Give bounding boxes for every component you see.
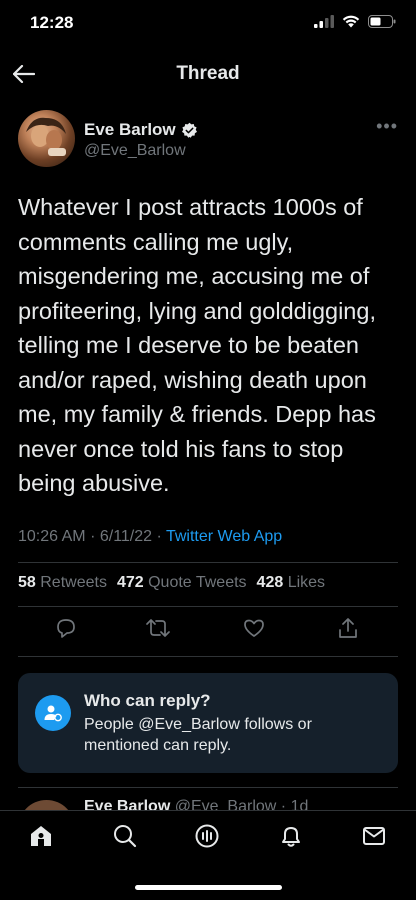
bottom-tab-bar <box>0 810 416 900</box>
tweet-date[interactable]: 6/11/22 <box>100 528 152 545</box>
like-button[interactable] <box>242 616 268 642</box>
tab-messages[interactable] <box>361 823 389 851</box>
divider <box>18 656 398 657</box>
divider <box>18 606 398 607</box>
status-bar: 12:28 <box>0 0 416 48</box>
verified-badge-icon <box>181 122 197 138</box>
page-title: Thread <box>176 63 240 84</box>
handle[interactable]: @Eve_Barlow <box>175 798 277 810</box>
spaces-icon <box>195 824 219 848</box>
display-name[interactable]: Eve Barlow <box>84 798 170 810</box>
tweet-time[interactable]: 10:26 AM <box>18 528 86 545</box>
tweet-actions <box>18 616 398 646</box>
reply-button[interactable] <box>54 616 80 642</box>
notifications-icon <box>282 827 300 847</box>
messages-icon <box>363 827 385 845</box>
wifi-icon <box>342 15 360 28</box>
quote-tweets-stat[interactable]: 472 Quote Tweets <box>117 574 247 592</box>
status-time: 12:28 <box>30 13 74 32</box>
share-icon <box>339 618 357 638</box>
tweet-source[interactable]: Twitter Web App <box>166 528 282 545</box>
avatar[interactable] <box>18 800 75 810</box>
next-tweet-preview[interactable]: Eve Barlow @Eve_Barlow · 1d <box>18 796 398 810</box>
likes-stat[interactable]: 428 Likes <box>257 574 326 592</box>
like-icon <box>244 619 264 637</box>
tab-spaces[interactable] <box>194 823 222 851</box>
tab-notifications[interactable] <box>278 823 306 851</box>
more-icon[interactable]: ••• <box>376 116 398 137</box>
reply-card-description: People @Eve_Barlow follows or mentioned … <box>84 716 312 754</box>
display-name[interactable]: Eve Barlow <box>84 120 176 140</box>
avatar[interactable] <box>18 110 75 167</box>
handle[interactable]: @Eve_Barlow <box>84 142 186 160</box>
divider <box>18 562 398 563</box>
tweet-age: · 1d <box>280 798 309 810</box>
reply-card-title: Who can reply? <box>84 691 211 710</box>
home-icon <box>31 826 51 846</box>
meta-separator: · <box>156 528 162 545</box>
reply-restriction-card: Who can reply? People @Eve_Barlow follow… <box>18 673 398 773</box>
signal-icon <box>314 15 334 28</box>
battery-icon <box>368 15 396 28</box>
retweets-stat[interactable]: 58 Retweets <box>18 574 107 592</box>
home-indicator[interactable] <box>135 885 282 890</box>
search-icon <box>114 825 137 848</box>
retweet-button[interactable] <box>145 616 171 642</box>
tweet-meta: 10:26 AM · 6/11/22 · Twitter Web App <box>18 528 282 546</box>
retweet-icon <box>146 619 170 637</box>
avatar-image <box>26 117 66 156</box>
tab-home[interactable] <box>28 823 56 851</box>
nav-bar: Thread <box>0 52 416 96</box>
reply-icon <box>57 619 75 638</box>
divider <box>18 787 398 788</box>
next-tweet-header: Eve Barlow @Eve_Barlow · 1d <box>84 798 308 810</box>
tweet-stats: 58 Retweets 472 Quote Tweets 428 Likes <box>18 574 325 592</box>
tab-search[interactable] <box>112 823 140 851</box>
name-row: Eve Barlow <box>84 120 198 140</box>
tweet-header: Eve Barlow @Eve_Barlow ••• <box>18 110 398 170</box>
status-icons <box>314 15 396 28</box>
share-button[interactable] <box>336 616 362 642</box>
reply-restriction-icon <box>35 695 71 731</box>
mention-user-icon <box>44 705 62 722</box>
tweet-text: Whatever I post attracts 1000s of commen… <box>18 194 376 496</box>
meta-separator: · <box>90 528 96 545</box>
